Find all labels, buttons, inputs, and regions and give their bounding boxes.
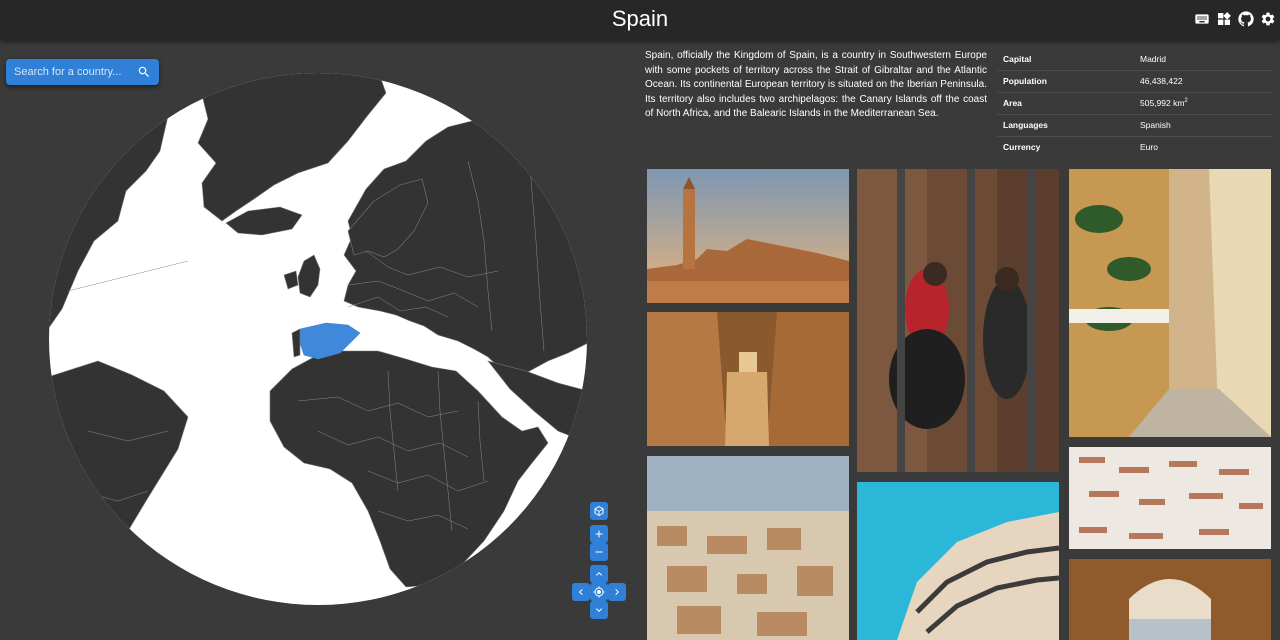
search-icon[interactable]: [137, 65, 151, 79]
photo-flower-balconies[interactable]: [1069, 169, 1271, 437]
fact-row-currency: Currency Euro: [997, 136, 1273, 158]
fact-label: Currency: [1003, 142, 1041, 153]
photo-seville-cathedral[interactable]: [647, 169, 849, 303]
world-globe[interactable]: [48, 71, 588, 607]
fact-value: Euro: [1140, 142, 1158, 153]
fact-row-area: Area 505,992 km2: [997, 92, 1273, 115]
photo-white-village[interactable]: [1069, 447, 1271, 549]
chevron-up-icon: [596, 572, 602, 576]
keyboard-icon[interactable]: [1194, 11, 1210, 27]
minus-icon: [595, 551, 603, 553]
landmass-madagascar: [527, 494, 547, 542]
pan-right-button[interactable]: [608, 583, 626, 601]
header-icons: [1194, 11, 1276, 27]
chevron-down-icon: [596, 608, 602, 612]
page-title: Spain: [611, 6, 669, 31]
zoom-in-button[interactable]: [590, 525, 608, 543]
zoom-out-button[interactable]: [590, 543, 608, 561]
country-facts-table: Capital Madrid Population 46,438,422 Are…: [997, 48, 1273, 158]
cube-icon: [594, 506, 604, 516]
country-search[interactable]: [6, 59, 159, 85]
fact-row-population: Population 46,438,422: [997, 70, 1273, 93]
area-unit-exponent: 2: [1184, 98, 1188, 105]
fact-label: Population: [997, 70, 1134, 93]
fact-label: Languages: [997, 114, 1134, 137]
area-value: 505,992 km: [1140, 98, 1185, 108]
center-icon: [593, 586, 605, 598]
pan-left-button[interactable]: [572, 583, 590, 601]
recenter-button[interactable]: [590, 583, 608, 601]
fact-value: 505,992 km2: [1134, 92, 1273, 115]
photo-old-street[interactable]: [647, 312, 849, 446]
settings-icon[interactable]: [1260, 11, 1276, 27]
app-header: Spain: [0, 0, 1280, 40]
widgets-icon[interactable]: [1216, 11, 1232, 27]
fact-row-languages: Languages Spanish: [997, 114, 1273, 137]
fact-label: Capital: [997, 48, 1134, 71]
github-icon[interactable]: [1238, 11, 1254, 27]
cube-view-button[interactable]: [590, 502, 608, 520]
fact-label: Area: [997, 92, 1134, 115]
fact-value: Madrid: [1134, 48, 1273, 71]
photo-alhambra-arch[interactable]: [1069, 559, 1271, 640]
fact-value: 46,438,422: [1134, 70, 1273, 93]
chevron-left-icon: [579, 589, 583, 595]
chevron-right-icon: [615, 589, 619, 595]
search-input[interactable]: [14, 66, 134, 78]
plus-icon: [595, 530, 603, 538]
pan-up-button[interactable]: [590, 565, 608, 583]
fact-value: Spanish: [1134, 114, 1273, 137]
fact-row-capital: Capital Madrid: [997, 48, 1273, 71]
country-description: Spain, officially the Kingdom of Spain, …: [645, 50, 987, 119]
photo-city-aerial[interactable]: [647, 456, 849, 640]
photo-flamenco-dancers[interactable]: [857, 169, 1059, 472]
pan-down-button[interactable]: [590, 601, 608, 619]
photo-casa-mila[interactable]: [857, 482, 1059, 640]
